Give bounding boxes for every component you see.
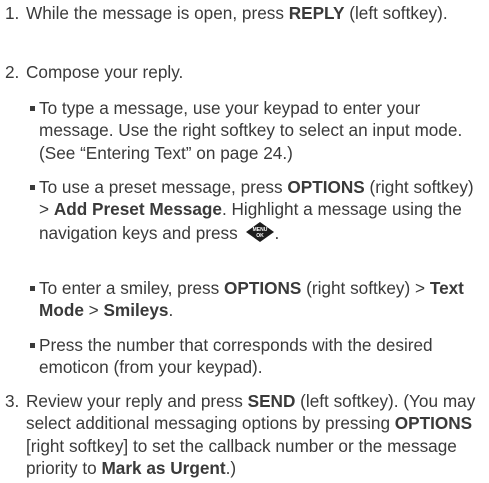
keyword: Mark as Urgent — [101, 458, 226, 479]
keyword: Add Preset Message — [53, 199, 222, 220]
keyword: OPTIONS — [287, 177, 365, 197]
bullet-icon — [30, 343, 35, 348]
step-text: While the message is open, press REPLY (… — [26, 3, 448, 23]
substep-emoticon: Press the number that corresponds with t… — [30, 334, 486, 379]
keyword: SEND — [247, 391, 296, 411]
substep-preset-message: To use a preset message, press OPTIONS (… — [30, 176, 486, 248]
step-number: 3. — [5, 391, 20, 411]
substep-text: Press the number that corresponds with t… — [39, 335, 433, 378]
step-text: Compose your reply. — [26, 62, 184, 82]
substep-text: To type a message, use your keypad to en… — [39, 98, 463, 163]
bullet-icon — [30, 286, 35, 291]
substep-text: To use a preset message, press OPTIONS (… — [39, 176, 486, 248]
substep-smiley: To enter a smiley, press OPTIONS (right … — [30, 277, 486, 322]
step-3: 3. Review your reply and press SEND (lef… — [5, 390, 485, 480]
bullet-icon — [30, 185, 35, 190]
keyword: OPTIONS — [394, 413, 473, 434]
keyword: Smileys — [103, 300, 169, 321]
bullet-icon — [30, 106, 35, 111]
substep-text: To enter a smiley, press OPTIONS (right … — [39, 278, 464, 321]
step-1: 1. While the message is open, press REPL… — [5, 2, 485, 24]
step-number: 2. — [5, 62, 20, 82]
keyword: REPLY — [288, 3, 345, 23]
instruction-page: 1. While the message is open, press REPL… — [0, 0, 489, 483]
keyword: OPTIONS — [224, 278, 302, 298]
menu-ok-key-icon: MENU OK — [245, 221, 275, 248]
step-2: 2. Compose your reply. — [5, 61, 485, 83]
ok-label: OK — [256, 233, 264, 239]
step-text: Review your reply and press SEND (left s… — [26, 391, 476, 479]
step-number: 1. — [5, 3, 20, 23]
substep-type-message: To type a message, use your keypad to en… — [30, 97, 486, 164]
